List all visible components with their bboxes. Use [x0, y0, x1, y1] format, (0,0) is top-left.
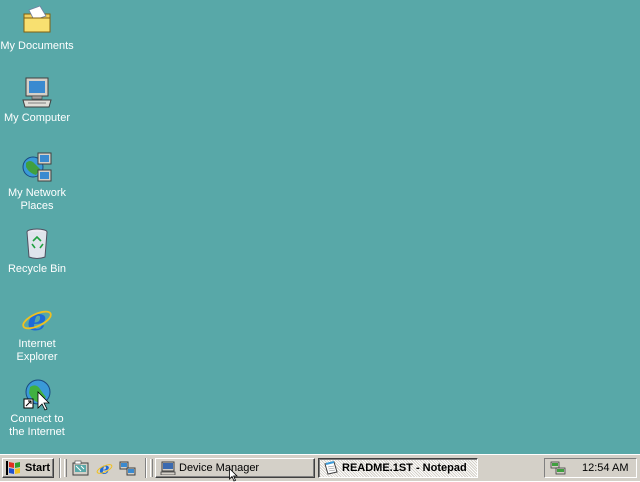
desktop-icon-internet-explorer[interactable]: e Internet Explorer [0, 302, 74, 364]
desktop-icon-my-documents[interactable]: My Documents [0, 4, 74, 53]
clock[interactable]: 12:54 AM [582, 462, 628, 474]
desktop-icon-label: Internet Explorer [16, 338, 58, 363]
desktop-icon-connect-internet[interactable]: Connect to the Internet [0, 377, 74, 439]
desktop[interactable]: My Documents My Computer My Network Plac… [0, 0, 640, 454]
internet-explorer-icon[interactable]: e [96, 460, 113, 477]
network-icon[interactable] [119, 460, 136, 477]
desktop-icon-label: My Network Places [7, 187, 67, 212]
task-button-label: README.1ST - Notepad [342, 462, 467, 474]
system-tray: 12:54 AM [544, 458, 637, 478]
connect-internet-icon [23, 379, 51, 411]
network-places-icon [22, 152, 52, 182]
desktop-icon-my-network-places[interactable]: My Network Places [0, 151, 74, 213]
computer-icon [22, 77, 52, 108]
recycle-bin-icon [26, 228, 48, 259]
desktop-icon-label: My Documents [0, 40, 74, 52]
network-status-icon[interactable] [550, 461, 566, 475]
taskbar-separator [145, 458, 147, 478]
quick-launch-grip[interactable] [64, 459, 67, 477]
folder-icon [23, 5, 51, 33]
notepad-icon [324, 461, 338, 475]
internet-explorer-icon: e [22, 303, 52, 336]
desktop-icon-label: Recycle Bin [7, 263, 67, 275]
desktop-icon-label: Connect to the Internet [9, 413, 65, 438]
show-desktop-icon[interactable] [72, 460, 89, 477]
taskbar: Start e Device Manager README.1ST - Note… [0, 454, 640, 481]
task-button-notepad[interactable]: README.1ST - Notepad [318, 458, 478, 478]
start-button[interactable]: Start [2, 458, 54, 478]
svg-text:e: e [99, 460, 109, 477]
start-label: Start [25, 462, 51, 474]
task-button-label: Device Manager [179, 462, 260, 474]
task-area-grip[interactable] [150, 459, 153, 477]
desktop-icon-my-computer[interactable]: My Computer [0, 76, 74, 125]
svg-text:e: e [27, 303, 46, 336]
desktop-icon-label: My Computer [3, 112, 71, 124]
desktop-icon-recycle-bin[interactable]: Recycle Bin [0, 227, 74, 276]
windows-logo-icon [6, 461, 20, 475]
taskbar-separator [59, 458, 61, 478]
device-manager-icon [160, 461, 176, 475]
